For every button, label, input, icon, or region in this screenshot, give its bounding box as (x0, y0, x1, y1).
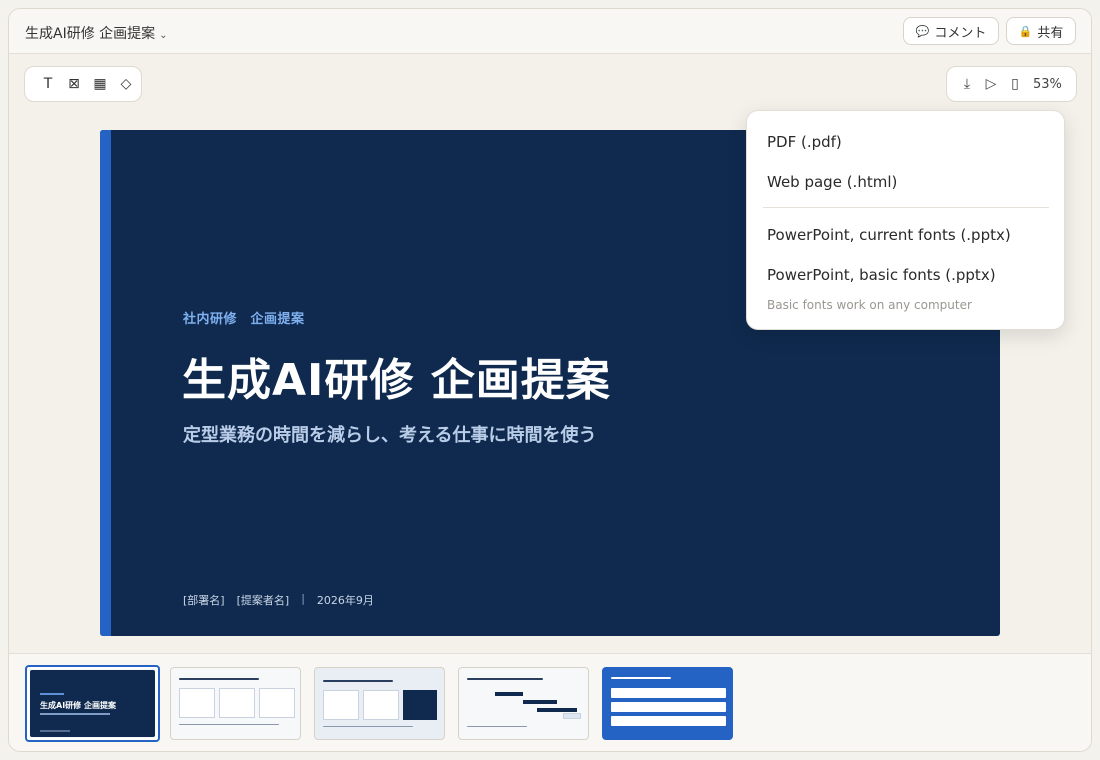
thumbnail-bar (523, 700, 557, 704)
thumbnail-title: 生成AI研修 企画提案 (40, 701, 116, 710)
slide-accent-bar (100, 130, 111, 636)
export-pdf-item[interactable]: PDF (.pdf) (767, 133, 842, 151)
share-button-label: 共有 (1037, 25, 1064, 41)
thumbnail-bar (495, 692, 523, 696)
export-pptx-basic-fonts-item[interactable]: PowerPoint, basic fonts (.pptx) (767, 266, 996, 284)
view-toolbar: ⤓ ▷ ▯ 53% (946, 66, 1077, 102)
lock-icon: 🔒 (1018, 24, 1033, 38)
slide-thumbnail-4[interactable] (458, 667, 589, 740)
thumbnail-box (259, 688, 295, 718)
download-icon[interactable]: ⤓ (955, 76, 979, 92)
document-title-text: 生成AI研修 企画提案 (25, 26, 156, 42)
thumbnail-line (323, 680, 393, 682)
chevron-down-icon: ⌄ (159, 30, 168, 41)
document-title[interactable]: 生成AI研修 企画提案 ⌄ (25, 23, 168, 43)
thumbnail-bar (537, 708, 577, 712)
thumbnail-box (323, 690, 359, 720)
thumbnail-preview: 生成AI研修 企画提案 (30, 670, 155, 737)
slide-subtitle: 定型業務の時間を減らし、考える仕事に時間を使う (183, 425, 597, 446)
slide-footer: [部署名] [提案者名] | 2026年9月 (183, 592, 374, 608)
table-tool-icon[interactable]: ▦ (87, 76, 113, 92)
thumbnail-line (40, 713, 110, 715)
thumbnail-line (40, 730, 70, 732)
export-menu: PDF (.pdf) Web page (.html) PowerPoint, … (746, 110, 1065, 330)
thumbnail-line (179, 678, 259, 680)
thumbnail-box (219, 688, 255, 718)
present-icon[interactable]: ▷ (979, 76, 1003, 92)
slide-thumbnail-1[interactable]: 生成AI研修 企画提案 (25, 665, 160, 742)
thumbnail-box (611, 688, 726, 698)
thumbnail-line (179, 724, 279, 725)
speech-bubble-icon: 💬 (915, 24, 930, 38)
basic-fonts-note: Basic fonts work on any computer (767, 298, 972, 312)
thumbnail-box (179, 688, 215, 718)
thumbnail-line (40, 693, 64, 695)
shape-tool-icon[interactable]: ◇ (113, 76, 139, 92)
thumbnail-line (467, 678, 543, 680)
slide-footer-separator: | (301, 592, 305, 605)
slide-title: 生成AI研修 企画提案 (182, 355, 611, 406)
slide-thumbnail-2[interactable] (170, 667, 301, 740)
slide-filmstrip: 生成AI研修 企画提案 (9, 653, 1091, 751)
thumbnail-box (611, 716, 726, 726)
menu-divider (763, 207, 1049, 208)
app-window: 生成AI研修 企画提案 ⌄ 💬 コメント 🔒 共有 T ⊠ ▦ ◇ ⤓ ▷ ▯ 5… (8, 8, 1092, 752)
thumbnail-box (403, 690, 437, 720)
thumbnail-line (467, 726, 527, 727)
text-tool-icon[interactable]: T (35, 76, 61, 92)
slide-proposer: [提案者名] (236, 594, 290, 607)
slide-date: 2026年9月 (316, 594, 374, 607)
slide-thumbnail-5[interactable] (602, 667, 733, 740)
export-html-item[interactable]: Web page (.html) (767, 173, 897, 191)
slide-eyebrow: 社内研修 企画提案 (183, 312, 305, 327)
insert-toolbar: T ⊠ ▦ ◇ (24, 66, 142, 102)
image-tool-icon[interactable]: ⊠ (61, 76, 87, 92)
export-pptx-current-fonts-item[interactable]: PowerPoint, current fonts (.pptx) (767, 226, 1011, 244)
comment-button-label: コメント (934, 25, 987, 41)
thumbnail-box (363, 690, 399, 720)
slide-dept: [部署名] (183, 594, 225, 607)
thumbnail-box (563, 713, 581, 719)
thumbnail-line (323, 726, 413, 727)
slide-thumbnail-3[interactable] (314, 667, 445, 740)
zoom-level[interactable]: 53% (1033, 77, 1062, 92)
thumbnail-box (611, 702, 726, 712)
share-button[interactable]: 🔒 共有 (1006, 17, 1076, 45)
top-bar: 生成AI研修 企画提案 ⌄ 💬 コメント 🔒 共有 (9, 9, 1091, 54)
comment-button[interactable]: 💬 コメント (903, 17, 999, 45)
thumbnail-line (611, 677, 671, 679)
device-preview-icon[interactable]: ▯ (1003, 76, 1027, 92)
